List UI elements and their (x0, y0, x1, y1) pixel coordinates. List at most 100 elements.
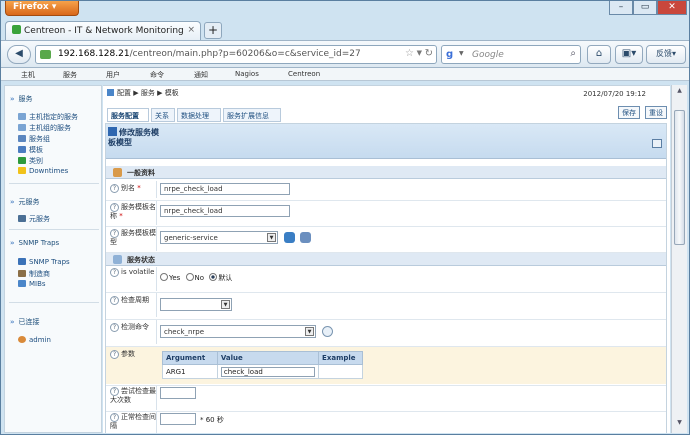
firefox-menu-button[interactable]: Firefox ▾ (5, 1, 79, 16)
help-icon[interactable]: ? (110, 323, 119, 332)
sidebar-item-snmp-traps[interactable]: SNMP Traps (18, 258, 70, 266)
tab-data-processing[interactable]: 数据处理 (177, 108, 221, 122)
maximize-button[interactable]: ▭ (633, 1, 657, 15)
sidebar-item-templates[interactable]: 模板 (18, 145, 43, 155)
google-icon: g (446, 49, 454, 60)
search-engine-dropdown-icon[interactable]: ▼ (459, 50, 464, 57)
sidebar-item-meta-services[interactable]: 元服务 (18, 214, 50, 224)
bookmark-star-icon[interactable]: ☆ (405, 48, 414, 59)
minimize-button[interactable]: – (609, 1, 633, 15)
form-title: 修改服务模板模型 (108, 127, 159, 147)
check-period-label: ? 检查周期 (106, 293, 157, 317)
breadcrumb-icon (107, 89, 114, 96)
back-arrow-icon: ◀ (15, 48, 23, 59)
max-attempts-label: ? 尝试检查最大次数 (106, 386, 157, 410)
help-icon[interactable]: ? (110, 229, 119, 238)
tab-close-icon[interactable]: × (187, 25, 195, 35)
menu-hosts[interactable]: 主机 (21, 70, 35, 80)
menu-centreon[interactable]: Centreon (288, 70, 320, 78)
example-col-header: Example (318, 351, 363, 365)
gear-icon (18, 113, 26, 120)
sidebar-item-servicegroups[interactable]: 服务组 (18, 134, 50, 144)
feedback-button[interactable]: 反馈▾ (646, 45, 686, 64)
sidebar-item-host-services[interactable]: 主机指定的服务 (18, 112, 78, 122)
tab-relations[interactable]: 关系 (151, 108, 175, 122)
row-divider (106, 200, 666, 201)
save-button[interactable]: 保存 (618, 106, 640, 119)
menu-commands[interactable]: 命令 (150, 70, 164, 80)
home-button[interactable]: ⌂ (587, 45, 611, 64)
menu-notifications[interactable]: 通知 (194, 70, 208, 80)
tab-bar: Centreon - IT & Network Monitoring × + (1, 18, 689, 40)
menu-nagios[interactable]: Nagios (235, 70, 259, 78)
sidebar-item-mibs[interactable]: MIBs (18, 280, 46, 288)
search-icon[interactable]: ⌕ (570, 48, 576, 59)
command-info-icon[interactable] (322, 326, 333, 337)
tab-service-config[interactable]: 服务配置 (107, 108, 149, 122)
toolbar-menu-button[interactable]: ▣▾ (615, 45, 643, 64)
volatile-radio-group: Yes No 默认 (160, 273, 232, 283)
help-icon[interactable]: ? (110, 350, 119, 359)
arg-name-cell: ARG1 (162, 364, 218, 379)
menu-users[interactable]: 用户 (106, 70, 120, 80)
alias-input[interactable]: nrpe_check_load (160, 183, 290, 195)
volatile-default-radio[interactable] (209, 273, 218, 281)
volatile-yes-radio[interactable] (160, 273, 168, 281)
tab-extended-info[interactable]: 服务扩展信息 (223, 108, 281, 122)
reload-icon[interactable]: ↻ (425, 48, 433, 59)
sidebar-item-hostgroup-services[interactable]: 主机组的服务 (18, 123, 71, 133)
window-icon: ▣▾ (621, 48, 637, 59)
template-settings-icon[interactable] (300, 232, 311, 243)
sidebar-section-services[interactable]: » 服务 (10, 94, 33, 104)
row-divider (106, 319, 666, 320)
args-label: ? 参数 (106, 349, 157, 379)
check-command-select[interactable]: check_nrpe ▼ (160, 325, 316, 338)
url-bar[interactable]: 192.168.128.21/centreon/main.php?p=60206… (35, 45, 437, 64)
help-icon[interactable]: ? (110, 296, 119, 305)
breadcrumb-item[interactable]: 服务 (141, 89, 155, 97)
chevron-down-icon: ▼ (305, 327, 314, 336)
check-period-select[interactable]: ▼ (160, 298, 232, 311)
help-icon[interactable]: ? (110, 413, 119, 422)
collapse-icon[interactable] (652, 139, 662, 148)
normal-interval-input[interactable] (160, 413, 196, 425)
scroll-down-icon[interactable]: ▼ (672, 419, 687, 431)
help-icon[interactable]: ? (110, 203, 119, 212)
sidebar-item-categories[interactable]: 类别 (18, 156, 43, 166)
search-box[interactable]: g Google ▼ ⌕ (441, 45, 581, 64)
help-icon[interactable]: ? (110, 184, 119, 193)
reset-button[interactable]: 重设 (645, 106, 667, 119)
scroll-up-icon[interactable]: ▲ (672, 87, 687, 99)
sidebar: » 服务 主机指定的服务 主机组的服务 服务组 模板 类别 Downtimes »… (4, 85, 102, 433)
alias-label: ? 别名 * (106, 181, 157, 198)
menu-services[interactable]: 服务 (63, 70, 77, 80)
template-name-input[interactable]: nrpe_check_load (160, 205, 290, 217)
template-edit-icon[interactable] (284, 232, 295, 243)
sidebar-item-downtimes[interactable]: Downtimes (18, 167, 68, 175)
sidebar-section-meta-services[interactable]: » 元服务 (10, 197, 40, 207)
breadcrumb-item[interactable]: 配置 (117, 89, 131, 97)
check-command-label: ? 检测命令 (106, 320, 157, 344)
arg-value-input[interactable]: check_load (220, 366, 316, 377)
section-general: 一般资料 (106, 166, 666, 179)
max-attempts-input[interactable] (160, 387, 196, 399)
url-dropdown-icon[interactable]: ▼ (417, 49, 422, 57)
volatile-no-radio[interactable] (185, 273, 194, 281)
double-arrow-icon: » (10, 239, 15, 247)
sidebar-item-admin[interactable]: admin (18, 336, 51, 344)
vertical-scrollbar[interactable]: ▲ ▼ (671, 85, 687, 433)
sidebar-divider (9, 302, 99, 303)
back-button[interactable]: ◀ (7, 45, 31, 64)
close-window-button[interactable]: ✕ (657, 1, 687, 15)
help-icon[interactable]: ? (110, 387, 119, 396)
template-model-select[interactable]: generic-service ▼ (160, 231, 278, 244)
help-icon[interactable]: ? (110, 268, 119, 277)
scrollbar-thumb[interactable] (674, 110, 685, 245)
breadcrumb-item[interactable]: 模板 (165, 89, 179, 97)
tab-centreon[interactable]: Centreon - IT & Network Monitoring × (5, 21, 201, 40)
new-tab-button[interactable]: + (204, 22, 222, 39)
site-identity-icon (40, 50, 51, 59)
sidebar-divider (9, 183, 99, 184)
sidebar-section-snmp-traps[interactable]: » SNMP Traps (10, 239, 59, 247)
sidebar-item-manufacturers[interactable]: 制造商 (18, 269, 50, 279)
